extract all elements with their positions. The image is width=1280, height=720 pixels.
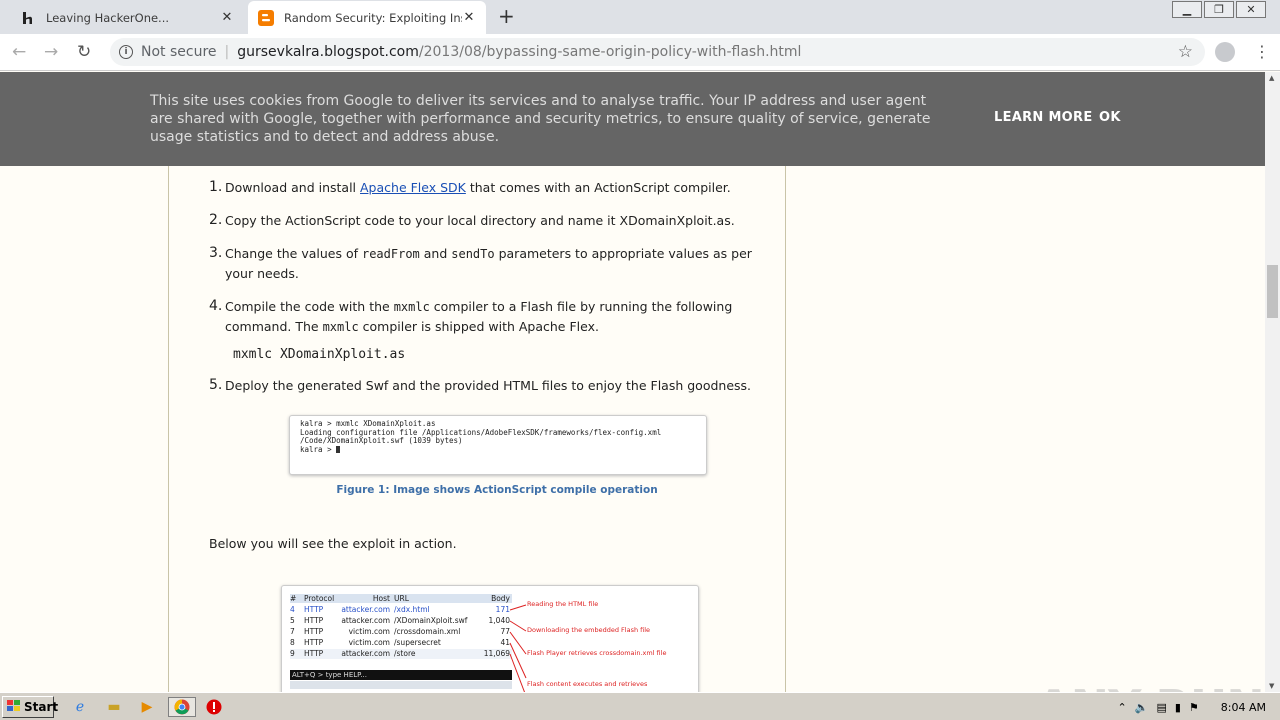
annotation-note: Reading the HTML file: [527, 600, 599, 608]
url-host: gursevkalra.blogspot.com: [237, 44, 419, 60]
table-row: 9 HTTP attacker.com /store 11,069: [290, 649, 512, 659]
terminal-line: /Code/XDomainXploit.swf (1039 bytes): [300, 436, 463, 446]
scroll-down-icon[interactable]: ▼: [1269, 682, 1274, 690]
terminal-screenshot[interactable]: kalra > mxmlc XDomainXploit.as Loading c…: [289, 415, 707, 475]
terminal-line: kalra >: [300, 445, 696, 455]
cursor-block: [336, 446, 341, 454]
hackerone-icon: [20, 10, 36, 26]
antivirus-icon[interactable]: [204, 697, 224, 717]
url-path: /2013/08/bypassing-same-origin-policy-wi…: [418, 44, 802, 60]
table-row: 7 HTTP victim.com /crossdomain.xml 77: [290, 627, 510, 636]
new-tab-button[interactable]: +: [498, 5, 515, 27]
info-icon[interactable]: i: [119, 45, 133, 59]
address-bar[interactable]: i Not secure | gursevkalra.blogspot.com /…: [110, 38, 1205, 66]
tab-title: Leaving HackerOne...: [46, 10, 170, 25]
browser-toolbar: ← → ↻ i Not secure | gursevkalra.blogspo…: [0, 34, 1280, 71]
start-button[interactable]: Start: [2, 696, 58, 718]
list-item: 4. Compile the code with the mxmlc compi…: [209, 298, 733, 334]
clock[interactable]: 8:04 AM: [1221, 701, 1266, 714]
profile-avatar[interactable]: [1215, 42, 1235, 62]
capture-tabs-row: [290, 681, 512, 689]
table-row: 5 HTTP attacker.com /XDomainXploit.swf 1…: [290, 616, 510, 625]
network-icon[interactable]: ▤: [1156, 701, 1166, 714]
chrome-taskbar-icon[interactable]: [168, 697, 196, 717]
annotation-note: Downloading the embedded Flash file: [527, 626, 651, 634]
taskbar: Start ℯ ▬ ▶ ⌃ 🔈 ▤ ▮ ⚑ 8:04 AM: [0, 692, 1280, 720]
restore-icon[interactable]: ❐: [1204, 1, 1234, 18]
paragraph: Below you will see the exploit in action…: [209, 536, 457, 551]
tab-leaving-hackerone[interactable]: Leaving HackerOne... ✕: [10, 1, 244, 34]
window-controls: ▁ ❐ ✕: [1172, 1, 1266, 18]
command-bar: ALT+Q > type HELP...: [290, 670, 512, 680]
capture-header-row: # Protocol Host URL Body: [290, 594, 510, 603]
annotation-note: Flash content executes and retrieves: [527, 680, 648, 688]
tab-strip: Leaving HackerOne... ✕ Random Security: …: [0, 0, 1280, 34]
cookie-message: This site uses cookies from Google to de…: [150, 93, 931, 145]
tab-title: Random Security: Exploiting Insecur: [284, 10, 462, 25]
page-viewport: 1. Download and install Apache Flex SDK …: [0, 72, 1265, 692]
windows-logo-icon: [7, 699, 21, 715]
reload-icon[interactable]: ↻: [77, 42, 91, 62]
apache-flex-sdk-link[interactable]: Apache Flex SDK: [360, 180, 466, 195]
tray-expand-icon[interactable]: ⌃: [1118, 701, 1127, 714]
tab-random-security[interactable]: Random Security: Exploiting Insecur ✕: [248, 1, 486, 34]
inline-code: readFrom: [361, 247, 420, 261]
steps-list: 1. Download and install Apache Flex SDK …: [209, 178, 769, 409]
blogger-icon: [258, 9, 274, 26]
volume-icon[interactable]: 🔈: [1135, 701, 1149, 714]
ok-button[interactable]: OK: [1099, 110, 1121, 125]
command-code-block: mxmlc XDomainXploit.as: [233, 347, 406, 362]
forward-arrow-icon[interactable]: →: [44, 42, 58, 62]
media-player-icon[interactable]: ▶: [137, 697, 157, 717]
tab-close-icon[interactable]: ✕: [220, 10, 234, 25]
folder-icon[interactable]: ▬: [104, 697, 124, 717]
back-arrow-icon[interactable]: ←: [12, 42, 26, 62]
list-item: 1. Download and install Apache Flex SDK …: [209, 179, 731, 195]
minimize-icon[interactable]: ▁: [1172, 1, 1202, 18]
anyrun-watermark: ANY RUN: [1036, 680, 1265, 692]
annotation-note: Flash Player retrieves crossdomain.xml f…: [527, 649, 667, 657]
not-secure-label: Not secure: [141, 44, 217, 60]
list-item: 2. Copy the ActionScript code to your lo…: [209, 212, 735, 228]
flag-icon[interactable]: ⚑: [1189, 701, 1199, 714]
figure-caption: Figure 1: Image shows ActionScript compi…: [336, 484, 658, 496]
inline-code: mxmlc: [322, 320, 359, 334]
cookie-banner: This site uses cookies from Google to de…: [0, 72, 1265, 166]
system-tray: ⌃ 🔈 ▤ ▮ ⚑ 8:04 AM: [1108, 696, 1280, 718]
learn-more-button[interactable]: LEARN MORE: [994, 110, 1093, 125]
vertical-scrollbar[interactable]: ▲ ▼: [1265, 72, 1280, 692]
table-row: 8 HTTP victim.com /supersecret 41: [290, 638, 510, 647]
inline-code: mxmlc: [393, 300, 430, 314]
close-window-icon[interactable]: ✕: [1236, 1, 1266, 18]
scrollbar-thumb[interactable]: [1267, 265, 1278, 318]
tab-close-icon[interactable]: ✕: [462, 10, 476, 25]
scroll-up-icon[interactable]: ▲: [1269, 74, 1274, 82]
address-separator: |: [224, 44, 230, 60]
list-item: 5. Deploy the generated Swf and the prov…: [209, 377, 752, 393]
bookmark-star-icon[interactable]: ☆: [1178, 42, 1193, 62]
kebab-menu-icon[interactable]: ⋮: [1254, 42, 1270, 61]
traffic-capture-screenshot[interactable]: # Protocol Host URL Body 4 HTTP attacker…: [281, 585, 699, 692]
battery-icon[interactable]: ▮: [1175, 701, 1181, 714]
inline-code: sendTo: [451, 247, 495, 261]
table-row: 4 HTTP attacker.com /xdx.html 171: [290, 605, 510, 614]
list-item: 3. Change the values of readFrom and sen…: [209, 245, 752, 281]
internet-explorer-icon[interactable]: ℯ: [70, 697, 90, 717]
